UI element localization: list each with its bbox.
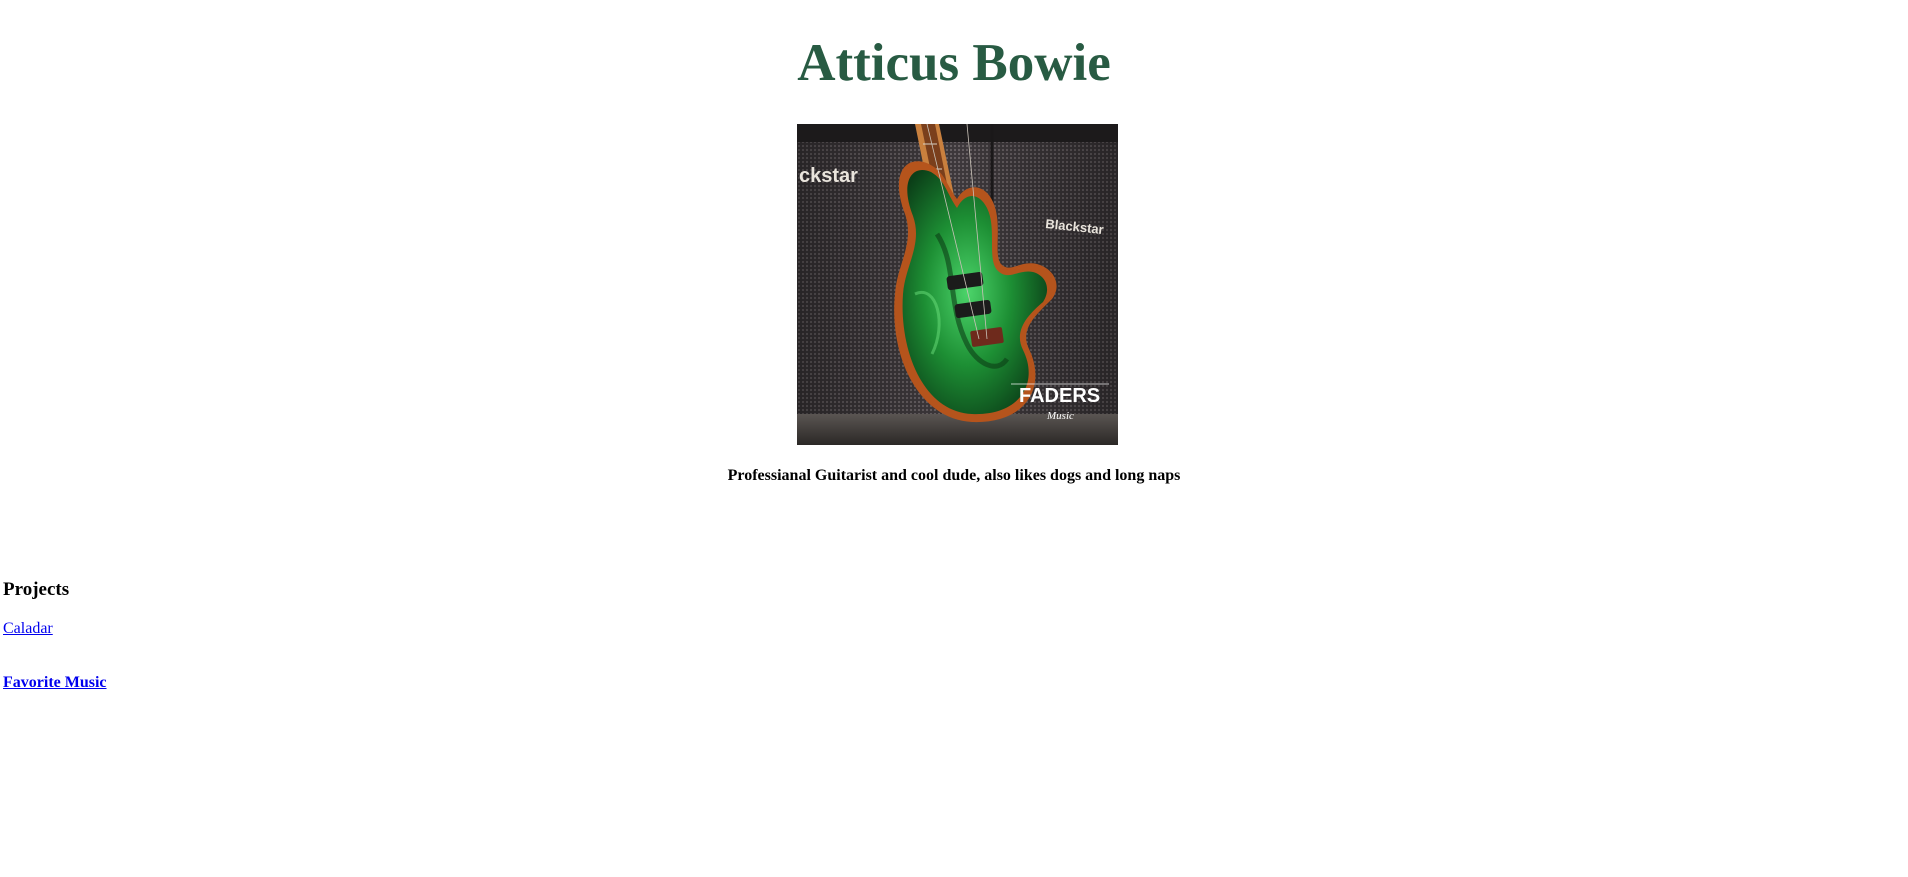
page-title: Atticus Bowie [797, 34, 1111, 92]
store-logo: FADERS [1019, 385, 1100, 407]
amp-logo-left: ckstar [799, 165, 858, 187]
page: Atticus Bowie ckstar Blackstar FADERS Mu… [0, 0, 1908, 877]
project-link-caladar[interactable]: Caladar [3, 618, 53, 640]
projects-heading: Projects [3, 579, 70, 600]
profile-photo: ckstar Blackstar FADERS Music [797, 124, 1118, 445]
favorite-music-link[interactable]: Favorite Music [3, 672, 107, 694]
bio-tagline: Professianal Guitarist and cool dude, al… [727, 467, 1181, 484]
store-logo-subtext: Music [1046, 410, 1074, 422]
guitar-photo-image: ckstar Blackstar FADERS Music [797, 124, 1118, 445]
